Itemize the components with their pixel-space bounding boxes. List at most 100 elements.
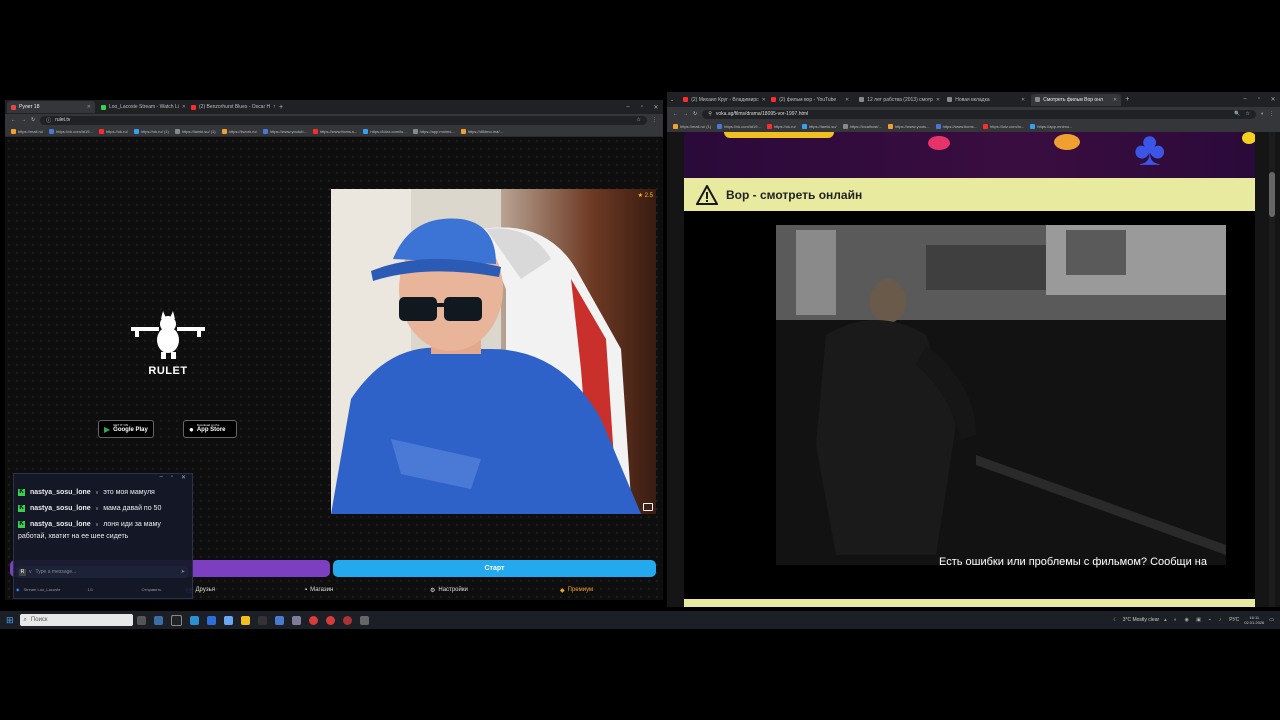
chat-close-icon[interactable]: ✕: [181, 474, 186, 484]
reload-icon[interactable]: ↻: [693, 111, 697, 117]
close-tab-icon[interactable]: ✕: [936, 97, 940, 103]
menu-dots-icon[interactable]: ⋮: [1269, 111, 1274, 117]
maximize-icon[interactable]: ▫: [635, 104, 649, 111]
bookmark-item[interactable]: https://ok.ru/ (1): [133, 128, 169, 134]
webcam-video[interactable]: ★ 2.5: [331, 189, 656, 514]
bookmark-item[interactable]: https://lamki.su/: [801, 124, 837, 129]
google-play-button[interactable]: ▶ GET IT ON Google Play: [98, 420, 154, 438]
scrollbar-thumb[interactable]: [1269, 172, 1275, 217]
close-tab-icon[interactable]: ✕: [87, 104, 91, 110]
bookmark-item[interactable]: https://ok.ru/: [766, 124, 796, 129]
file-explorer-icon[interactable]: [240, 615, 250, 625]
chat-username[interactable]: nastya_sosu_lone: [30, 521, 91, 528]
taskbar-date[interactable]: 02.01.2026: [1244, 620, 1264, 625]
profile-icon[interactable]: ◐: [1261, 111, 1264, 117]
left-tab-0[interactable]: Рулет 18 ✕: [7, 101, 95, 113]
camera-switch-icon[interactable]: [643, 503, 653, 511]
close-tab-icon[interactable]: ✕: [1021, 97, 1025, 103]
bookmark-item[interactable]: https://lamki.su/ (1): [174, 128, 216, 134]
nav-settings[interactable]: ⚙ Настройки: [430, 584, 560, 596]
back-icon[interactable]: ←: [673, 111, 678, 117]
chat-footer-send[interactable]: Отправить: [142, 587, 162, 592]
notifications-icon[interactable]: ▭: [1269, 617, 1274, 623]
nav-friends[interactable]: 👥 Друзья: [185, 584, 305, 596]
close-tab-icon[interactable]: ✕: [273, 104, 275, 110]
left-address-bar[interactable]: ⓘ rulet.tv ☆: [40, 115, 647, 125]
chat-username[interactable]: nastya_sosu_lone: [30, 489, 91, 496]
bookmark-star-icon[interactable]: ☆: [1245, 111, 1249, 117]
left-tab-2[interactable]: (2) Benzorhurst Blues - Oscar H ✕: [187, 101, 275, 113]
maximize-icon[interactable]: ▫: [1252, 96, 1266, 103]
nav-shop[interactable]: ▪ Магазин: [305, 584, 430, 596]
back-icon[interactable]: ←: [11, 117, 16, 123]
bookmark-item[interactable]: https://localhost/...: [842, 124, 882, 129]
close-tab-icon[interactable]: ✕: [762, 97, 766, 103]
tab-search-icon[interactable]: ⌄: [670, 97, 674, 103]
close-window-icon[interactable]: ✕: [1266, 96, 1280, 103]
bookmark-item[interactable]: https://www.youtu...: [887, 124, 930, 129]
bookmark-item[interactable]: https://www.ttcms.s...: [312, 128, 357, 134]
taskbar-search[interactable]: ⌕ Поиск: [19, 614, 133, 626]
bookmark-item[interactable]: https://www.ttcms...: [935, 124, 977, 129]
forward-icon[interactable]: →: [683, 111, 688, 117]
new-tab-icon[interactable]: +: [1125, 96, 1129, 103]
tray-icons[interactable]: ▴ ◐ ◉ ▣ ⌁ ♪: [1164, 617, 1224, 623]
task-view-icon[interactable]: [136, 615, 146, 625]
app-icon[interactable]: [153, 615, 163, 625]
report-problem-text[interactable]: Есть ошибки или проблемы с фильмом? Сооб…: [939, 556, 1207, 568]
bookmark-item[interactable]: https://mail.ru/: [11, 128, 43, 134]
bookmark-item[interactable]: https://www.youtub...: [262, 128, 307, 134]
app-icon[interactable]: [274, 615, 284, 625]
right-address-bar[interactable]: ⚲ voka.ag/films/drama/18095-vor-1997.htm…: [702, 109, 1256, 119]
chrome-icon[interactable]: [308, 615, 318, 625]
right-tab-0[interactable]: (2) Михаил Круг - Владимирс ✕: [679, 94, 765, 106]
right-tab-1[interactable]: (2) фильм вор - YouTube ✕: [767, 94, 853, 106]
chat-maximize-icon[interactable]: ▫: [171, 474, 173, 484]
left-tab-1[interactable]: Loo_Lacoste Stream - Watch Li ✕: [97, 101, 185, 113]
minimize-icon[interactable]: –: [1238, 96, 1252, 103]
chrome-icon[interactable]: [325, 615, 335, 625]
chat-minimize-icon[interactable]: –: [159, 474, 162, 484]
right-tab-4[interactable]: Смотреть фильм Вор онл ✕: [1031, 93, 1122, 106]
edge-icon[interactable]: [189, 615, 199, 625]
minimize-icon[interactable]: –: [621, 104, 635, 111]
bookmark-item[interactable]: https://vk.com/id19...: [49, 128, 93, 134]
start-button[interactable]: Старт: [333, 560, 656, 577]
right-tab-3[interactable]: Новая вкладка ✕: [943, 94, 1029, 106]
windows-start-icon[interactable]: ⊞: [6, 615, 14, 626]
nav-premium[interactable]: ◆ Премиум: [560, 584, 593, 596]
menu-dots-icon[interactable]: ⋮: [652, 117, 657, 123]
chat-username[interactable]: nastya_sosu_lone: [30, 505, 91, 512]
close-tab-icon[interactable]: ✕: [182, 104, 185, 110]
chat-input[interactable]: R v Type a message... ➤: [16, 566, 188, 578]
movie-player[interactable]: Есть ошибки или проблемы с фильмом? Сооб…: [684, 211, 1255, 599]
app-icon[interactable]: [342, 615, 352, 625]
reload-icon[interactable]: ↻: [31, 117, 35, 123]
bookmark-item[interactable]: https://lolzx.com/lo...: [363, 128, 407, 134]
zoom-icon[interactable]: 🔍: [1234, 111, 1240, 117]
send-icon[interactable]: ➤: [181, 569, 185, 575]
bookmark-item[interactable]: https://app.mnimo...: [412, 128, 455, 134]
bookmark-item[interactable]: https://ok.ru/: [98, 128, 128, 134]
taskbar-weather[interactable]: 3°C Mostly clear: [1123, 617, 1159, 623]
bookmark-star-icon[interactable]: ☆: [637, 117, 641, 123]
app-icon[interactable]: [257, 615, 267, 625]
close-tab-icon[interactable]: ✕: [845, 97, 849, 103]
bookmark-item[interactable]: https://vk.com/id19...: [717, 124, 761, 129]
taskbar-language[interactable]: РУС: [1229, 617, 1239, 623]
right-tab-2[interactable]: 12 лет рабства (2013) смотр ✕: [855, 94, 941, 106]
bookmark-item[interactable]: https://lolz.com/lo...: [983, 124, 1024, 129]
close-window-icon[interactable]: ✕: [649, 104, 663, 111]
app-icon[interactable]: [291, 615, 301, 625]
bookmark-item[interactable]: https://app.mnimo...: [1030, 124, 1072, 129]
close-tab-icon[interactable]: ✕: [1113, 97, 1117, 103]
page-scrollbar[interactable]: [1269, 132, 1275, 607]
new-tab-icon[interactable]: +: [279, 104, 283, 111]
app-icon[interactable]: [170, 614, 182, 626]
bookmark-item[interactable]: https://mail.ru/ (1): [673, 124, 711, 129]
app-icon[interactable]: [206, 615, 216, 625]
app-icon[interactable]: [223, 615, 233, 625]
app-icon[interactable]: [359, 615, 369, 625]
bookmark-item[interactable]: https://kwork.ru/: [221, 128, 257, 134]
bookmark-item[interactable]: https://diktrno.ma/...: [460, 128, 503, 134]
